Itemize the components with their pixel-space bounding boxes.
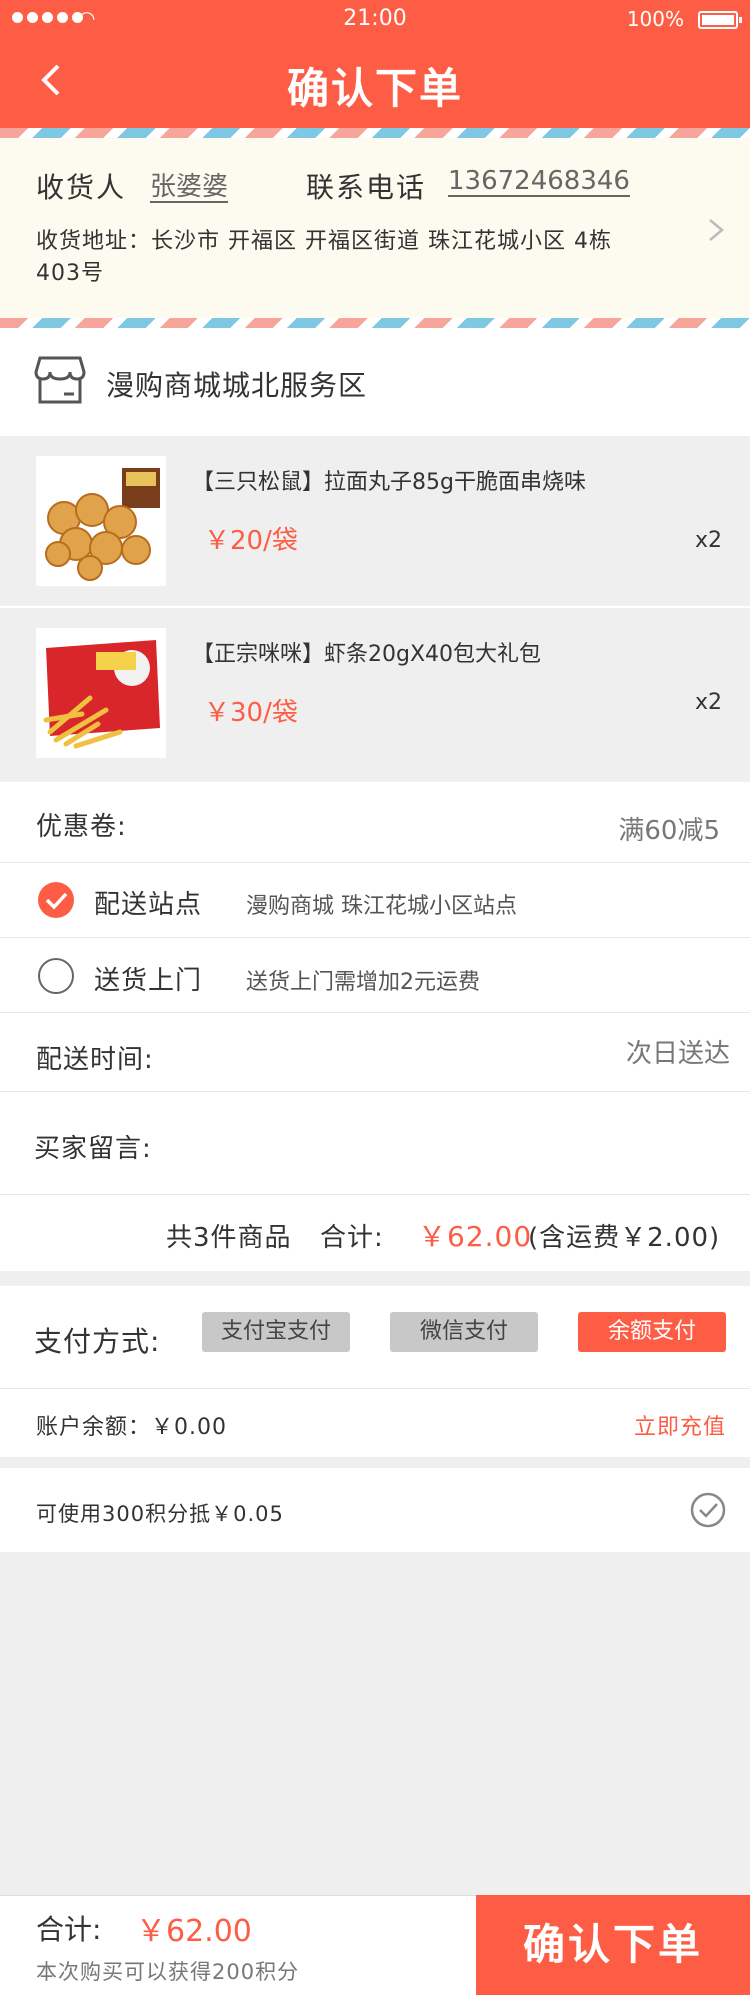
payment-methods: 支付方式: 支付宝支付 微信支付 余额支付 xyxy=(0,1286,750,1388)
coupon-label: 优惠卷: xyxy=(36,812,127,842)
page-title: 确认下单 xyxy=(286,64,463,113)
delivery-option-desc: 漫购商城 珠江花城小区站点 xyxy=(246,894,517,919)
buyer-message-label: 买家留言: xyxy=(34,1134,152,1164)
balance-row: 账户余额：￥0.00 立即充值 xyxy=(0,1389,750,1457)
address-card[interactable]: 收货人 张婆婆 联系电话 13672468346 收货地址：长沙市 开福区 开福… xyxy=(0,128,750,328)
shipping-note: (含运费￥2.00) xyxy=(528,1223,721,1253)
address-text: 收货地址：长沙市 开福区 开福区街道 珠江花城小区 4栋403号 xyxy=(36,229,612,286)
recharge-link[interactable]: 立即充值 xyxy=(634,1409,726,1441)
product-image xyxy=(36,628,166,758)
chevron-right-icon xyxy=(709,219,724,241)
buyer-message-field[interactable]: 买家留言: xyxy=(0,1092,750,1194)
envelope-stripe-bottom xyxy=(0,318,750,328)
order-item[interactable]: 【三只松鼠】拉面丸子85g干脆面串烧味 ￥20/袋 x2 xyxy=(0,436,750,606)
envelope-stripe-top xyxy=(0,128,750,138)
bottom-total-label: 合计: xyxy=(36,1913,102,1946)
delivery-time-label: 配送时间: xyxy=(36,1045,154,1075)
order-item[interactable]: 【正宗咪咪】虾条20gX40包大礼包 ￥30/袋 x2 xyxy=(0,608,750,778)
bottom-total-value: ￥62.00 xyxy=(136,1914,252,1949)
header-bar: ◠ 21:00 100% 确认下单 xyxy=(0,0,750,128)
delivery-option-home[interactable]: 送货上门 送货上门需增加2元运费 xyxy=(0,938,750,1012)
product-quantity: x2 xyxy=(694,690,722,715)
pay-alipay-button[interactable]: 支付宝支付 xyxy=(202,1312,350,1352)
coupon-value: 满60减5 xyxy=(618,816,720,846)
product-quantity: x2 xyxy=(694,528,722,553)
item-count: 共3件商品 xyxy=(166,1223,292,1253)
status-bar: ◠ 21:00 100% xyxy=(0,0,750,38)
phone-label: 联系电话 xyxy=(306,171,427,204)
points-text: 可使用300积分抵￥0.05 xyxy=(36,1502,284,1526)
summary-total-value: ￥62.00 xyxy=(418,1220,533,1253)
shop-name: 漫购商城城北服务区 xyxy=(106,369,368,402)
order-summary: 共3件商品 合计: ￥62.00 (含运费￥2.00) xyxy=(0,1195,750,1271)
battery-percent: 100% xyxy=(626,7,684,31)
delivery-option-station[interactable]: 配送站点 漫购商城 珠江花城小区站点 xyxy=(0,863,750,937)
bottom-bar: 合计: ￥62.00 本次购买可以获得200积分 确认下单 xyxy=(0,1895,750,1995)
store-icon xyxy=(34,356,86,404)
delivery-option-label: 配送站点 xyxy=(94,890,203,920)
summary-total-label: 合计: xyxy=(320,1223,384,1253)
product-price: ￥30/袋 xyxy=(204,698,298,728)
coupon-row[interactable]: 优惠卷: 满60减5 xyxy=(0,782,750,862)
delivery-option-desc: 送货上门需增加2元运费 xyxy=(246,970,480,995)
delivery-option-label: 送货上门 xyxy=(94,966,203,996)
product-price: ￥20/袋 xyxy=(204,526,298,556)
check-icon xyxy=(45,892,68,910)
points-row[interactable]: 可使用300积分抵￥0.05 xyxy=(0,1468,750,1552)
phone-number: 13672468346 xyxy=(448,166,630,196)
shrimp-chips-icon xyxy=(36,628,166,758)
shop-row: 漫购商城城北服务区 xyxy=(0,328,750,436)
battery-icon xyxy=(698,11,742,29)
receiver-label: 收货人 xyxy=(36,171,127,204)
radio-unchecked-icon[interactable] xyxy=(38,958,74,994)
check-circle-icon[interactable] xyxy=(690,1492,726,1528)
product-name: 【正宗咪咪】虾条20gX40包大礼包 xyxy=(192,642,542,667)
product-image xyxy=(36,456,166,586)
pay-balance-button[interactable]: 余额支付 xyxy=(578,1312,726,1352)
balance-text: 账户余额：￥0.00 xyxy=(36,1415,227,1440)
payment-label: 支付方式: xyxy=(34,1325,161,1358)
confirm-order-button[interactable]: 确认下单 xyxy=(476,1895,750,1995)
receiver-name: 张婆婆 xyxy=(150,172,229,202)
delivery-time-value: 次日送达 xyxy=(625,1039,730,1069)
product-name: 【三只松鼠】拉面丸子85g干脆面串烧味 xyxy=(192,470,586,495)
pay-wechat-button[interactable]: 微信支付 xyxy=(390,1312,538,1352)
radio-checked-icon[interactable] xyxy=(38,882,74,918)
bottom-total-panel: 合计: ￥62.00 本次购买可以获得200积分 xyxy=(0,1895,476,1995)
noodle-snack-icon xyxy=(36,456,166,586)
points-earn-note: 本次购买可以获得200积分 xyxy=(36,1960,300,1984)
delivery-time-row[interactable]: 配送时间: 次日送达 xyxy=(0,1013,750,1091)
